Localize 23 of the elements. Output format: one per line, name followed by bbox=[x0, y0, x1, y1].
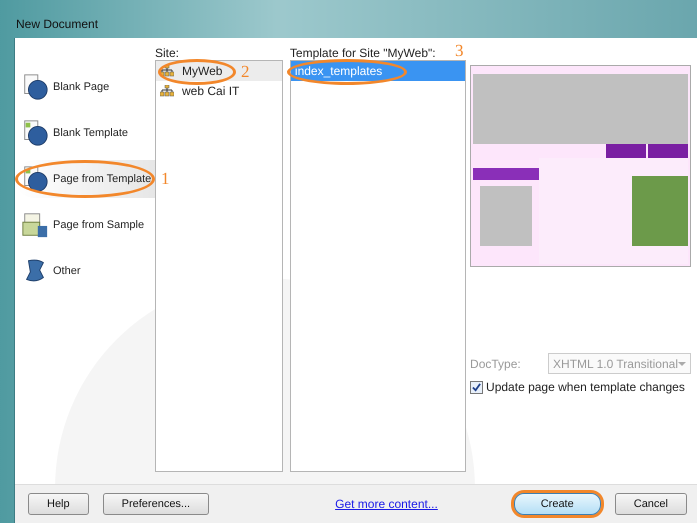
get-more-content-link[interactable]: Get more content... bbox=[335, 497, 500, 511]
caret-icon bbox=[678, 362, 686, 366]
preferences-button[interactable]: Preferences... bbox=[102, 493, 210, 515]
sitemap-icon bbox=[160, 65, 174, 77]
doctype-label: DocType: bbox=[470, 356, 522, 370]
checkbox[interactable] bbox=[470, 380, 484, 394]
site-item[interactable]: web Cai IT bbox=[156, 81, 282, 101]
cancel-button[interactable]: Cancel bbox=[614, 493, 687, 515]
create-button[interactable]: Create bbox=[514, 493, 601, 515]
checkbox-label: Update page when template changes bbox=[486, 380, 685, 394]
annotation-number: 1 bbox=[161, 170, 170, 187]
template-label: Template for Site "MyWeb": bbox=[290, 46, 436, 60]
annotation-number: 3 bbox=[455, 42, 464, 59]
category-item[interactable]: Other bbox=[15, 252, 155, 290]
category-item[interactable]: Page from Sample bbox=[15, 206, 155, 244]
site-label: Site: bbox=[155, 46, 180, 60]
window-title: New Document bbox=[16, 17, 98, 31]
category-item[interactable]: Blank Template bbox=[15, 114, 155, 152]
sample-page-icon bbox=[21, 211, 49, 239]
help-button[interactable]: Help bbox=[28, 493, 89, 515]
annotation-number: 2 bbox=[241, 63, 250, 80]
sitemap-icon bbox=[160, 85, 174, 97]
category-item[interactable]: Blank Page bbox=[15, 68, 155, 106]
